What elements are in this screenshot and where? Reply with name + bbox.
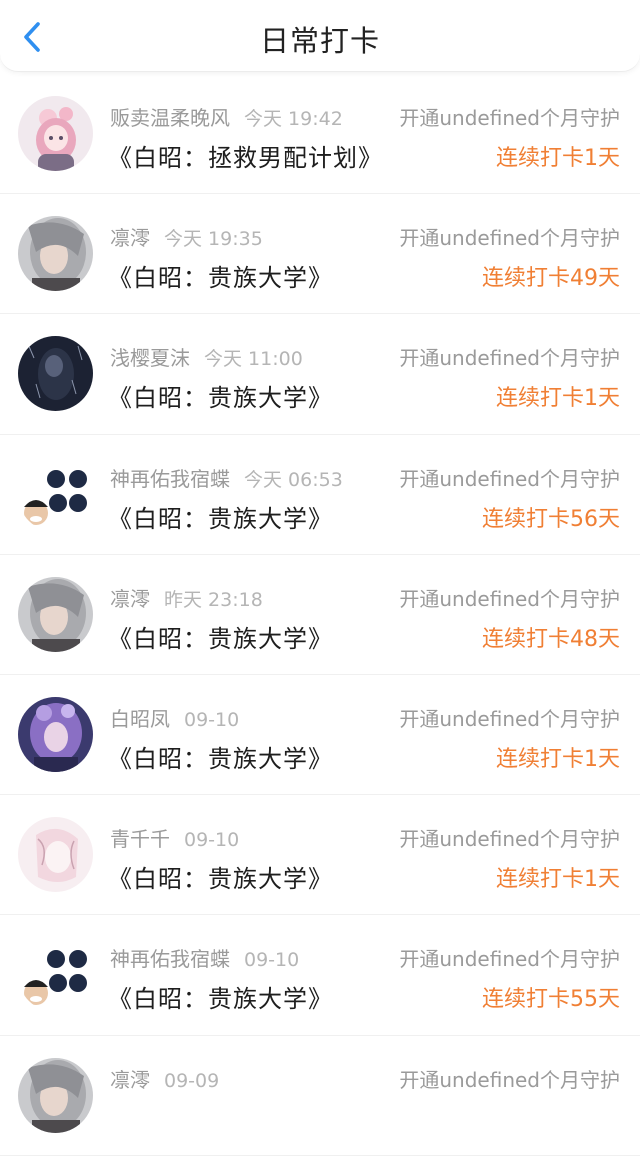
guard-status: 开通undefined个月守护	[399, 1067, 620, 1092]
user-meta: 青千千 09-10	[110, 823, 239, 852]
avatar[interactable]	[18, 96, 93, 171]
user-name: 凛澪	[110, 1067, 150, 1092]
book-title: 《白昭：拯救男配计划》	[108, 144, 383, 172]
avatar[interactable]	[18, 456, 93, 532]
avatar[interactable]	[18, 336, 93, 412]
user-name: 白昭凤	[110, 706, 170, 731]
list-item[interactable]: 青千千 09-10 《白昭：贵族大学》 开通undefined个月守护 连续打卡1…	[0, 795, 640, 916]
book-title: 《白昭：贵族大学》	[108, 744, 333, 773]
streak-count: 连续打卡1天	[496, 746, 620, 772]
streak-count: 连续打卡48天	[482, 626, 620, 652]
guard-status: 开通undefined个月守护	[399, 106, 620, 130]
list-item[interactable]: 浅樱夏沫 今天 11:00 《白昭：贵族大学》 开通undefined个月守护 连…	[0, 314, 640, 435]
checkin-time: 今天 06:53	[244, 468, 343, 491]
user-name: 浅樱夏沫	[110, 346, 190, 371]
checkin-time: 09-09	[164, 1069, 220, 1092]
streak-count: 连续打卡55天	[482, 987, 620, 1013]
checkin-list: 贩卖温柔晚风 今天 19:42 《白昭：拯救男配计划》 开通undefined个月…	[0, 74, 640, 1156]
avatar[interactable]	[18, 216, 93, 292]
user-meta: 神再佑我宿蝶 今天 06:53	[110, 463, 343, 492]
guard-status: 开通undefined个月守护	[399, 706, 620, 731]
checkin-time: 今天 11:00	[204, 348, 303, 371]
list-item[interactable]: 凛澪 09-09 开通undefined个月守护	[0, 1036, 640, 1156]
list-item[interactable]: 神再佑我宿蝶 今天 06:53 《白昭：贵族大学》 开通undefined个月守护…	[0, 435, 640, 555]
user-name: 凛澪	[110, 226, 150, 251]
user-name: 神再佑我宿蝶	[110, 947, 230, 972]
user-meta: 凛澪 今天 19:35	[110, 222, 263, 251]
streak-count: 连续打卡49天	[482, 266, 620, 292]
nav-header: 日常打卡	[0, 0, 640, 72]
page-title: 日常打卡	[259, 24, 380, 58]
user-name: 青千千	[110, 827, 170, 852]
avatar[interactable]	[18, 937, 93, 1013]
book-title: 《白昭：贵族大学》	[108, 624, 333, 653]
guard-status: 开通undefined个月守护	[399, 586, 620, 611]
list-item[interactable]: 贩卖温柔晚风 今天 19:42 《白昭：拯救男配计划》 开通undefined个月…	[0, 74, 640, 195]
checkin-time: 今天 19:35	[164, 228, 263, 251]
streak-count: 连续打卡56天	[482, 506, 620, 532]
checkin-time: 09-10	[184, 829, 240, 852]
avatar[interactable]	[18, 1057, 93, 1133]
user-meta: 浅樱夏沫 今天 11:00	[110, 342, 303, 371]
user-name: 贩卖温柔晚风	[110, 106, 230, 130]
guard-status: 开通undefined个月守护	[399, 466, 620, 491]
user-meta: 贩卖温柔晚风 今天 19:42	[110, 102, 343, 131]
streak-count: 连续打卡1天	[496, 867, 620, 893]
guard-status: 开通undefined个月守护	[399, 947, 620, 972]
book-title: 《白昭：贵族大学》	[108, 985, 333, 1014]
guard-status: 开通undefined个月守护	[399, 226, 620, 251]
user-meta: 凛澪 09-09	[110, 1064, 219, 1093]
book-title: 《白昭：贵族大学》	[108, 504, 333, 533]
avatar[interactable]	[18, 696, 93, 772]
user-meta: 白昭凤 09-10	[110, 703, 239, 732]
streak-count: 连续打卡1天	[496, 146, 620, 171]
guard-status: 开通undefined个月守护	[399, 346, 620, 371]
list-item[interactable]: 白昭凤 09-10 《白昭：贵族大学》 开通undefined个月守护 连续打卡1…	[0, 675, 640, 796]
list-item[interactable]: 凛澪 昨天 23:18 《白昭：贵族大学》 开通undefined个月守护 连续打…	[0, 555, 640, 675]
book-title: 《白昭：贵族大学》	[108, 865, 333, 894]
avatar[interactable]	[18, 576, 93, 652]
book-title: 《白昭：贵族大学》	[108, 384, 333, 413]
checkin-time: 09-10	[184, 708, 240, 731]
checkin-time: 今天 19:42	[244, 108, 343, 130]
avatar[interactable]	[18, 817, 93, 893]
user-name: 神再佑我宿蝶	[110, 466, 230, 491]
book-title: 《白昭：贵族大学》	[108, 264, 333, 293]
list-item[interactable]: 凛澪 今天 19:35 《白昭：贵族大学》 开通undefined个月守护 连续打…	[0, 194, 640, 315]
list-item[interactable]: 神再佑我宿蝶 09-10 《白昭：贵族大学》 开通undefined个月守护 连续…	[0, 915, 640, 1036]
user-meta: 神再佑我宿蝶 09-10	[110, 943, 299, 972]
user-name: 凛澪	[110, 586, 150, 611]
streak-count: 连续打卡1天	[496, 386, 620, 412]
checkin-time: 昨天 23:18	[164, 588, 263, 611]
guard-status: 开通undefined个月守护	[399, 827, 620, 852]
user-meta: 凛澪 昨天 23:18	[110, 583, 263, 612]
checkin-time: 09-10	[244, 949, 300, 972]
